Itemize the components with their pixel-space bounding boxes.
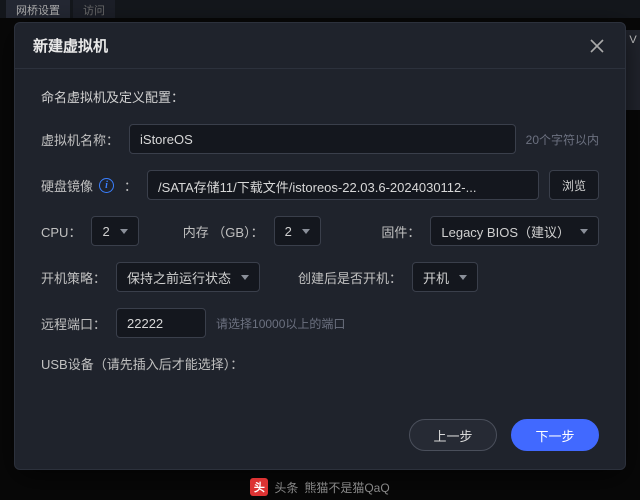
fw-value: Legacy BIOS（建议） [441, 222, 570, 241]
row-boot-after: 开机策略： 保持之前运行状态 创建后是否开机： 开机 [41, 262, 599, 292]
author-name: 熊猫不是猫QaQ [304, 479, 389, 496]
boot-policy-label: 开机策略： [41, 268, 106, 287]
disk-image-colon: ： [124, 176, 137, 195]
info-icon[interactable]: i [99, 178, 114, 193]
after-create-label: 创建后是否开机： [298, 268, 402, 287]
attribution-bar: 头 头条 熊猫不是猫QaQ [0, 478, 640, 496]
mem-label: 内存 （GB）： [183, 222, 264, 241]
source-logo-icon: 头 [250, 478, 268, 496]
after-create-select[interactable]: 开机 [412, 262, 478, 292]
fw-select[interactable]: Legacy BIOS（建议） [430, 216, 599, 246]
mem-value: 2 [285, 224, 292, 239]
after-create-value: 开机 [423, 268, 449, 287]
mem-select[interactable]: 2 [274, 216, 321, 246]
chevron-down-icon [241, 275, 249, 280]
vm-name-input[interactable] [129, 124, 516, 154]
section-label: 命名虚拟机及定义配置： [41, 87, 599, 106]
cpu-label: CPU： [41, 222, 81, 241]
port-hint: 请选择10000以上的端口 [216, 315, 345, 332]
port-label: 远程端口： [41, 314, 106, 333]
disk-image-label: 硬盘镜像 [41, 176, 93, 195]
modal-body: 命名虚拟机及定义配置： 虚拟机名称： 20个字符以内 硬盘镜像 i ： /SAT… [15, 69, 625, 405]
cpu-select[interactable]: 2 [91, 216, 138, 246]
vm-name-hint: 20个字符以内 [526, 131, 599, 148]
row-vm-name: 虚拟机名称： 20个字符以内 [41, 124, 599, 154]
boot-policy-select[interactable]: 保持之前运行状态 [116, 262, 260, 292]
chevron-down-icon [459, 275, 467, 280]
chevron-down-icon [120, 229, 128, 234]
chevron-down-icon [580, 229, 588, 234]
usb-label: USB设备（请先插入后才能选择）： [41, 354, 243, 373]
browse-button[interactable]: 浏览 [549, 170, 599, 200]
prev-button[interactable]: 上一步 [409, 419, 497, 451]
close-icon[interactable] [587, 36, 607, 56]
fw-label: 固件： [381, 222, 420, 241]
row-remote-port: 远程端口： 请选择10000以上的端口 [41, 308, 599, 338]
cpu-value: 2 [102, 224, 109, 239]
next-button[interactable]: 下一步 [511, 419, 599, 451]
disk-image-path[interactable]: /SATA存储11/下载文件/istoreos-22.03.6-20240301… [147, 170, 539, 200]
vm-name-label: 虚拟机名称： [41, 130, 119, 149]
chevron-down-icon [302, 229, 310, 234]
row-usb: USB设备（请先插入后才能选择）： [41, 354, 599, 373]
create-vm-modal: 新建虚拟机 命名虚拟机及定义配置： 虚拟机名称： 20个字符以内 硬盘镜像 i … [14, 22, 626, 470]
boot-policy-value: 保持之前运行状态 [127, 268, 231, 287]
row-cpu-mem-fw: CPU： 2 内存 （GB）： 2 固件： Legacy BIOS（建议） [41, 216, 599, 246]
modal-footer: 上一步 下一步 [15, 405, 625, 469]
row-disk-image: 硬盘镜像 i ： /SATA存储11/下载文件/istoreos-22.03.6… [41, 170, 599, 200]
modal-header: 新建虚拟机 [15, 23, 625, 69]
modal-title: 新建虚拟机 [33, 35, 108, 56]
port-input[interactable] [116, 308, 206, 338]
source-name: 头条 [274, 479, 298, 496]
